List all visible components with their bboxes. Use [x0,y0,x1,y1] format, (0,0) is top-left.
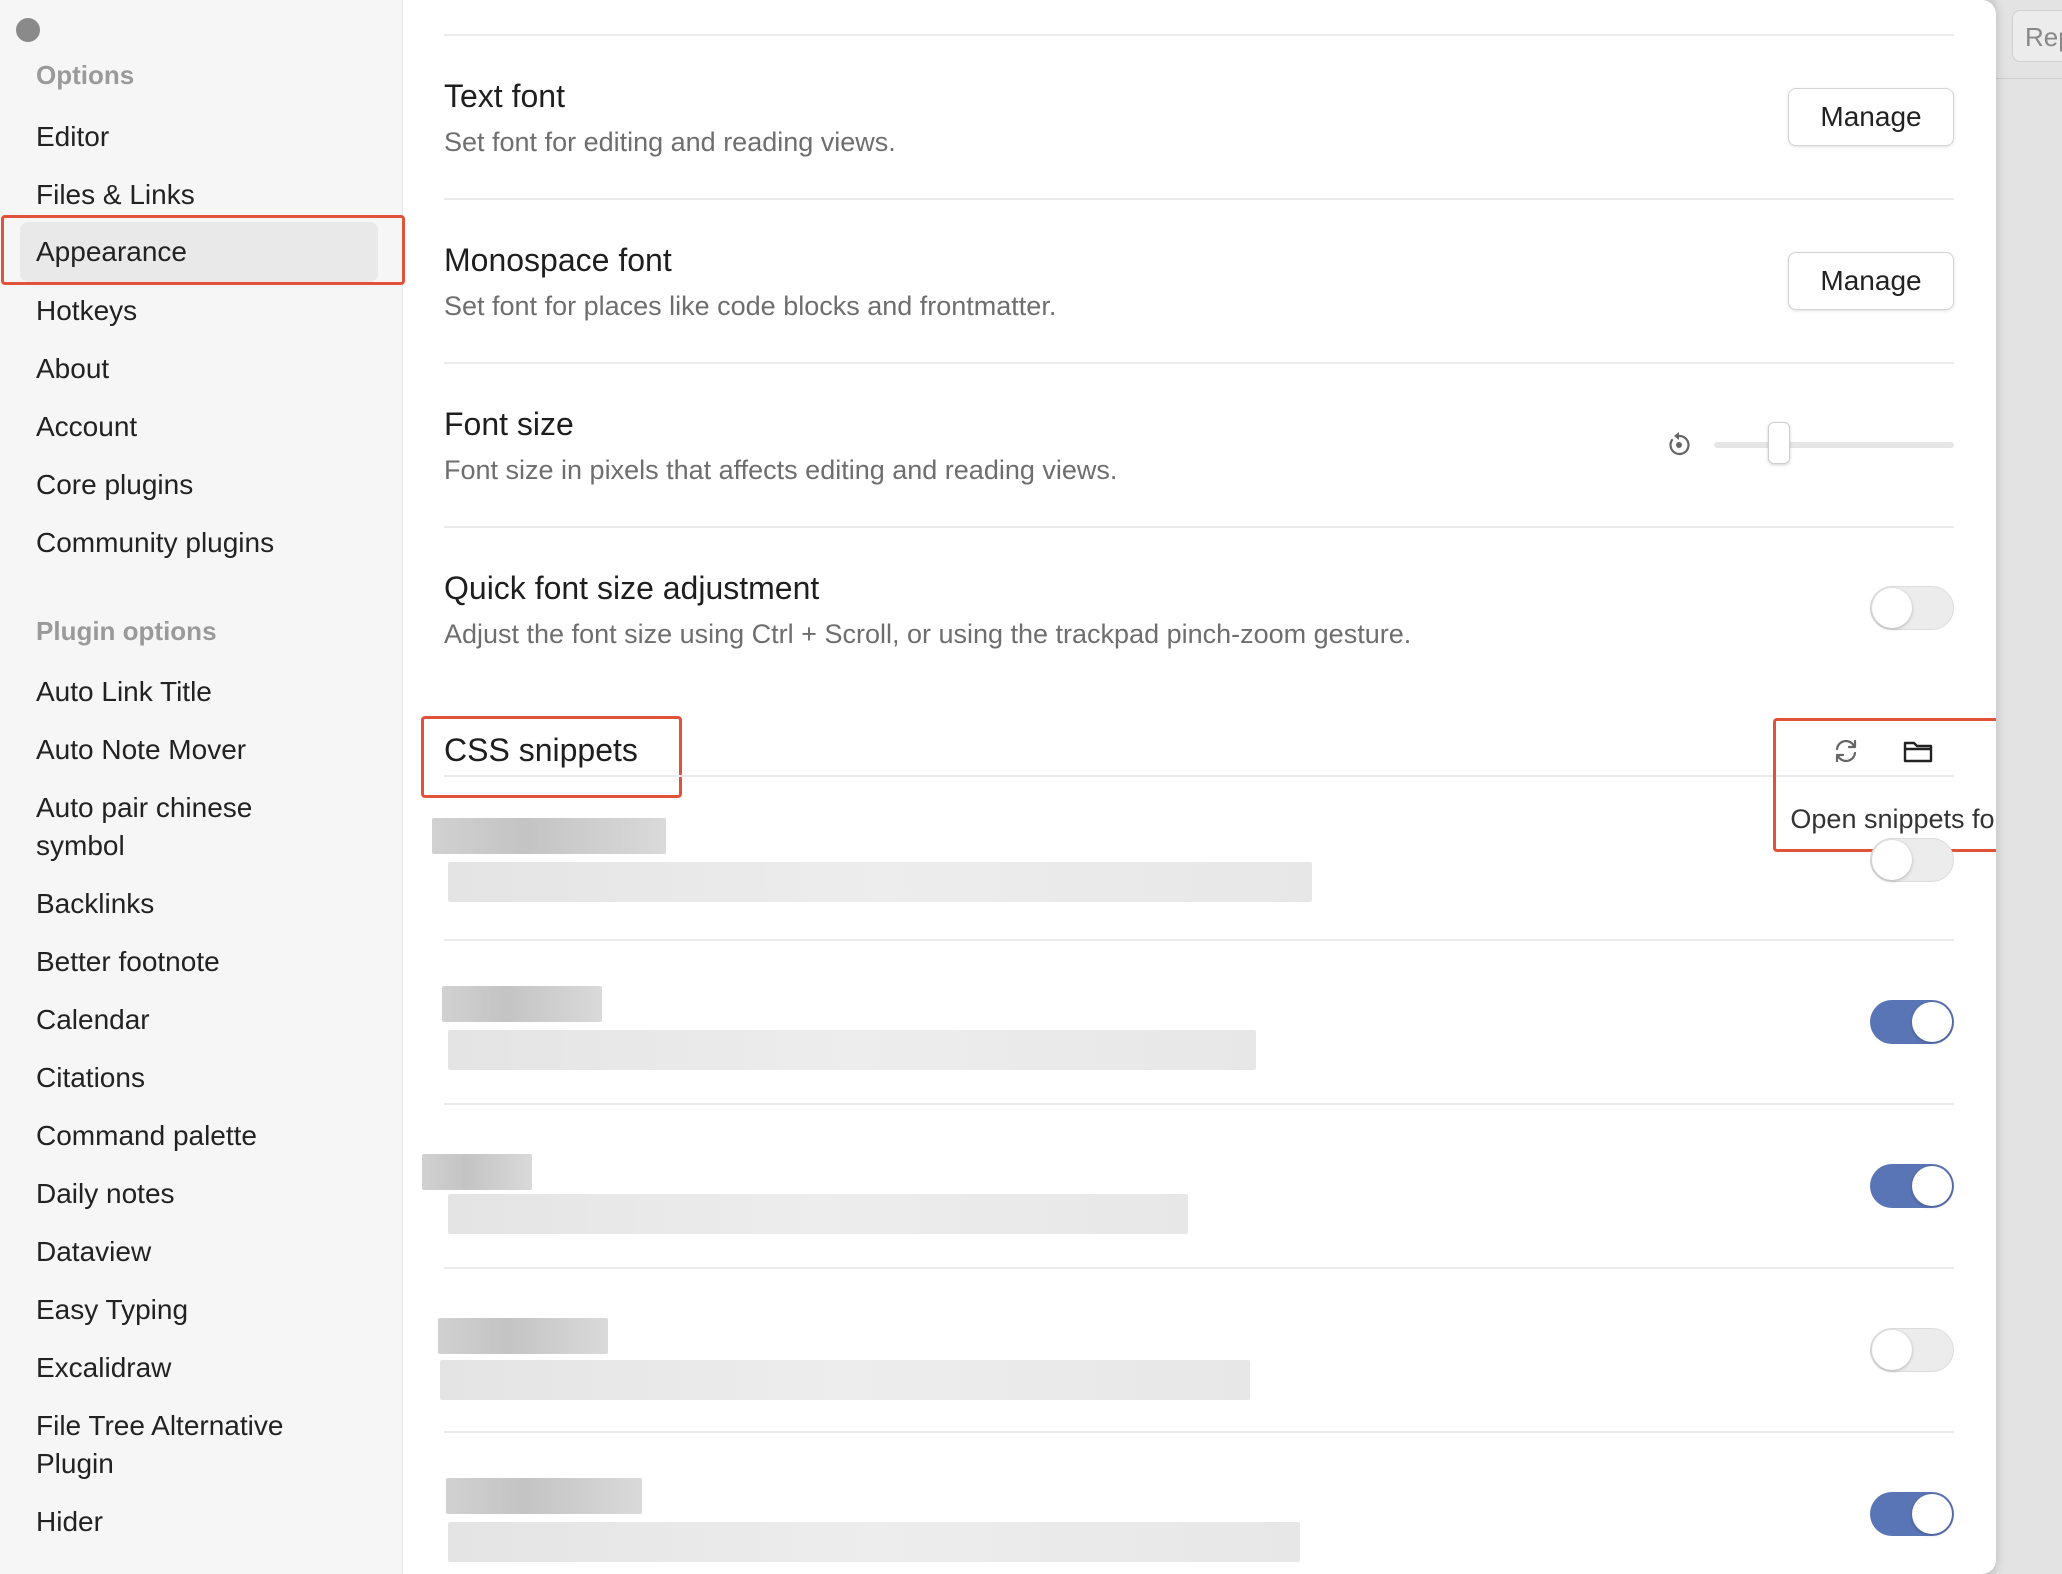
font-size-name: Font size [444,406,574,442]
snippet-toggle[interactable] [1870,1492,1954,1536]
sidebar-item-plugin[interactable]: Dataview [20,1233,378,1271]
options-section-header: Options [36,60,135,90]
divider [444,775,1954,777]
sidebar-item-editor[interactable]: Editor [20,118,378,156]
text-font-name: Text font [444,78,565,114]
divider [444,1103,1954,1105]
snippet-toggle[interactable] [1870,1328,1954,1372]
toggle-knob [1872,840,1912,880]
sidebar-item-plugin[interactable]: Daily notes [20,1175,378,1213]
monospace-font-desc: Set font for places like code blocks and… [444,291,1057,321]
toggle-knob [1912,1494,1952,1534]
snippet-toggle[interactable] [1870,838,1954,882]
sidebar-item-plugin[interactable]: Easy Typing [20,1291,378,1329]
sidebar-item-plugin[interactable]: Auto Link Title [20,673,378,711]
css-snippets-highlight [421,716,682,798]
settings-modal: Options Editor Files & Links Appearance … [0,0,1996,1574]
sidebar-item-plugin[interactable]: Auto pair chinese symbol [20,789,320,865]
sidebar-item-plugin[interactable]: Excalidraw [20,1349,378,1387]
snippet-name-redacted [438,1318,608,1354]
quick-font-toggle[interactable] [1870,586,1954,630]
toggle-knob [1912,1002,1952,1042]
divider [444,198,1954,200]
divider [444,526,1954,528]
snippet-desc-redacted [448,1030,1256,1070]
sidebar-item-about[interactable]: About [20,350,378,388]
snippet-name-redacted [446,1478,642,1514]
sidebar-item-plugin[interactable]: Calendar [20,1001,378,1039]
divider [444,1431,1954,1433]
quick-font-name: Quick font size adjustment [444,570,820,606]
snippet-toggle[interactable] [1870,1164,1954,1208]
sidebar-item-plugin[interactable]: Command palette [20,1117,378,1155]
toggle-knob [1872,1330,1912,1370]
snippets-icons-highlight [1773,718,1996,852]
plugin-options-header: Plugin options [36,616,217,646]
snippet-desc-redacted [448,862,1312,902]
background-divider [1996,78,2062,79]
background-app [1996,0,2062,1574]
snippet-desc-redacted [448,1522,1300,1562]
snippet-desc-redacted [440,1360,1250,1400]
snippet-name-redacted [442,986,602,1022]
sidebar-item-core-plugins[interactable]: Core plugins [20,466,378,504]
sidebar-item-files-links[interactable]: Files & Links [20,176,378,214]
snippet-name-redacted [422,1154,532,1190]
sidebar-item-plugin[interactable]: Hider [20,1503,378,1541]
text-font-manage-button[interactable]: Manage [1788,88,1954,146]
snippet-name-redacted [432,818,666,854]
font-size-slider-handle[interactable] [1768,422,1790,464]
divider [444,939,1954,941]
snippet-toggle[interactable] [1870,1000,1954,1044]
quick-font-desc: Adjust the font size using Ctrl + Scroll… [444,619,1412,649]
sidebar-item-plugin[interactable]: File Tree Alternative Plugin [20,1407,350,1483]
sidebar-item-plugin[interactable]: Citations [20,1059,378,1097]
monospace-font-manage-button[interactable]: Manage [1788,252,1954,310]
toggle-knob [1872,588,1912,628]
sidebar-item-plugin[interactable]: Backlinks [20,885,378,923]
monospace-font-name: Monospace font [444,242,672,278]
appearance-highlight [1,215,405,285]
divider [444,34,1954,36]
toggle-knob [1912,1166,1952,1206]
sidebar-item-community-plugins[interactable]: Community plugins [20,524,378,562]
font-size-desc: Font size in pixels that affects editing… [444,455,1118,485]
divider [444,1267,1954,1269]
sidebar-item-hotkeys[interactable]: Hotkeys [20,292,378,330]
text-font-desc: Set font for editing and reading views. [444,127,896,157]
window-close-dot[interactable] [16,18,40,42]
font-size-slider[interactable] [1714,442,1954,448]
reset-icon[interactable] [1664,430,1694,460]
sidebar-item-plugin[interactable]: Auto Note Mover [20,731,378,769]
divider [444,362,1954,364]
sidebar-item-plugin[interactable]: Better footnote [20,943,378,981]
background-replace-button[interactable]: Rep [2012,10,2062,62]
snippet-desc-redacted [448,1194,1188,1234]
sidebar-item-account[interactable]: Account [20,408,378,446]
